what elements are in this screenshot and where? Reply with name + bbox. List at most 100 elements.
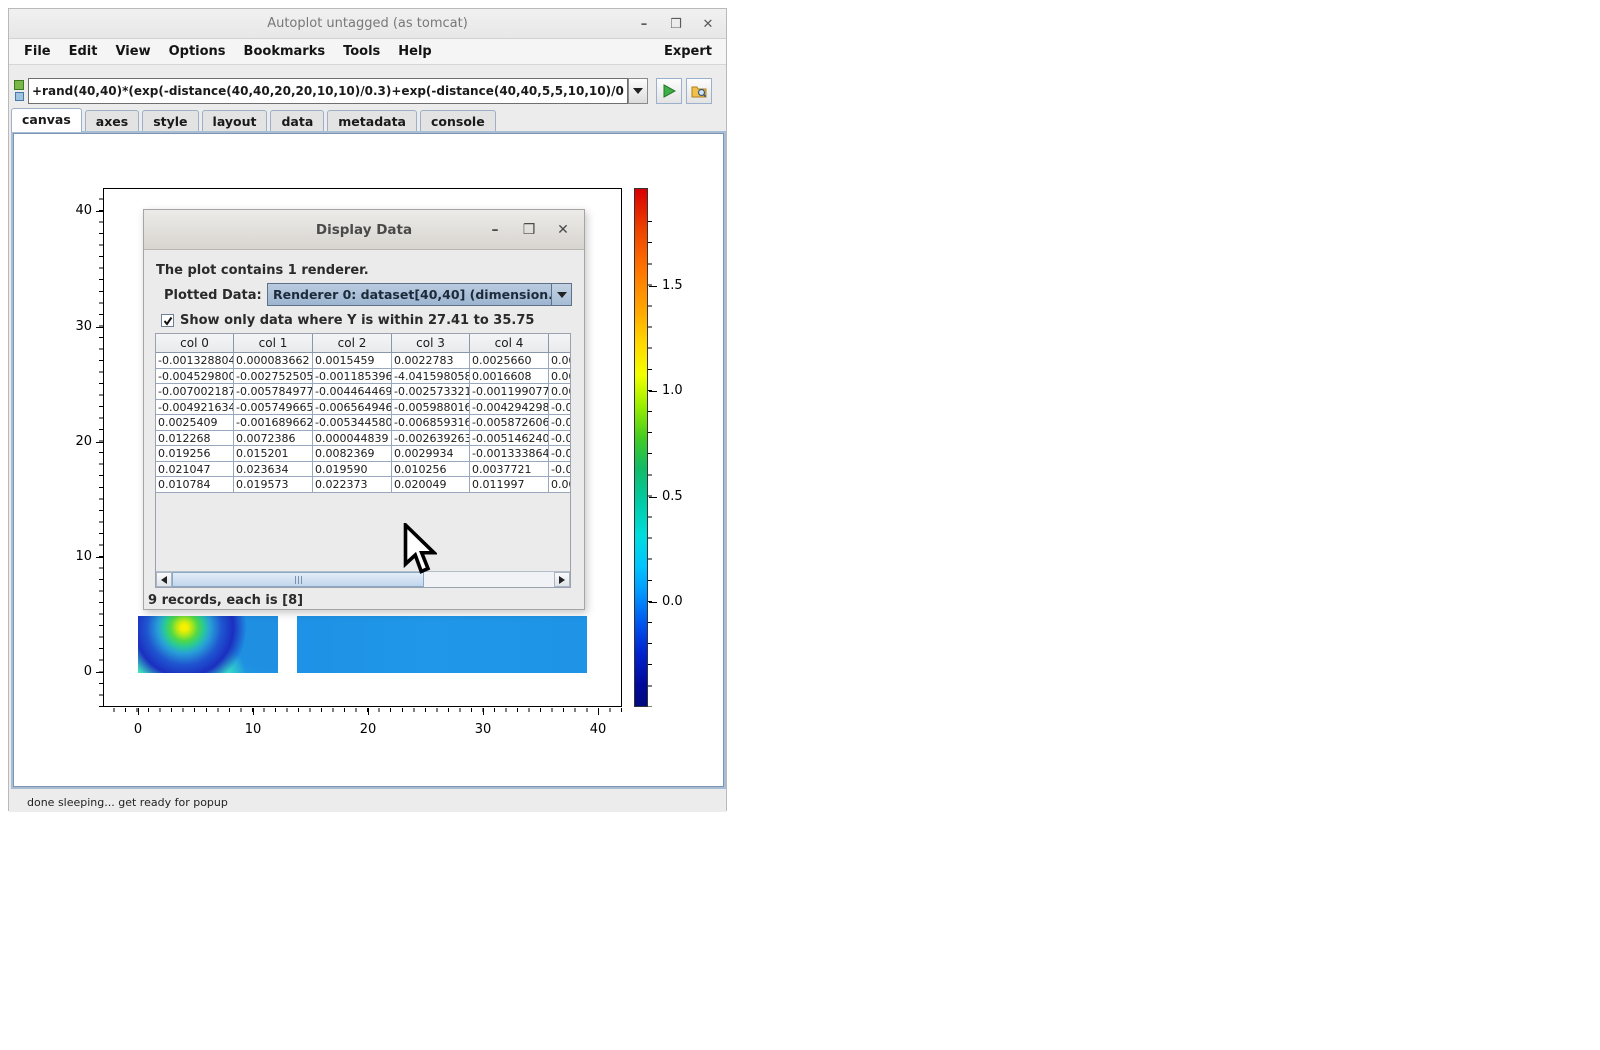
table-cell[interactable]: -0.0 bbox=[549, 400, 570, 416]
window-titlebar[interactable]: Autoplot untagged (as tomcat) – ❒ ✕ bbox=[9, 9, 726, 39]
table-row[interactable]: -0.004529800...-0.002752505...-0.0011853… bbox=[156, 369, 570, 385]
table-cell[interactable]: 0.0025409 bbox=[156, 415, 234, 431]
menu-item-edit[interactable]: Edit bbox=[60, 44, 107, 59]
table-cell[interactable]: 0.019590 bbox=[313, 462, 392, 478]
table-cell[interactable]: -0.0 bbox=[549, 415, 570, 431]
plotted-data-combobox[interactable]: Renderer 0: dataset[40,40] (dimension... bbox=[267, 283, 572, 306]
minimize-button[interactable]: – bbox=[636, 17, 652, 32]
maximize-button[interactable]: ❒ bbox=[668, 17, 684, 32]
scroll-left-button[interactable] bbox=[156, 572, 172, 587]
table-cell[interactable]: 0.0022783 bbox=[392, 353, 470, 369]
table-cell[interactable]: 0.0016608 bbox=[470, 369, 549, 385]
dialog-minimize-button[interactable]: – bbox=[488, 222, 502, 238]
table-cell[interactable]: -0.004921634... bbox=[156, 400, 234, 416]
table-cell[interactable]: 0.0072386 bbox=[234, 431, 313, 447]
table-row[interactable]: -0.007002187...-0.005784977...-0.0044644… bbox=[156, 384, 570, 400]
close-button[interactable]: ✕ bbox=[700, 17, 716, 32]
table-cell[interactable]: 0.015201 bbox=[234, 446, 313, 462]
table-cell[interactable]: 0.019256 bbox=[156, 446, 234, 462]
table-cell[interactable]: 0.011997 bbox=[470, 477, 549, 493]
table-header-cell[interactable]: col 2 bbox=[313, 334, 392, 353]
table-cell[interactable]: 0.010256 bbox=[392, 462, 470, 478]
table-cell[interactable]: 0.0082369 bbox=[313, 446, 392, 462]
table-cell[interactable]: -0.005146240... bbox=[470, 431, 549, 447]
table-cell[interactable]: -0.002639263... bbox=[392, 431, 470, 447]
uri-dropdown-button[interactable] bbox=[628, 78, 648, 104]
menu-item-help[interactable]: Help bbox=[389, 44, 440, 59]
table-row[interactable]: 0.0192560.0152010.00823690.0029934-0.001… bbox=[156, 446, 570, 462]
table-header-cell[interactable]: col 4 bbox=[470, 334, 549, 353]
table-cell[interactable]: -0.004294298... bbox=[470, 400, 549, 416]
menu-item-view[interactable]: View bbox=[106, 44, 159, 59]
table-header-cell[interactable]: col 1 bbox=[234, 334, 313, 353]
table-header-cell[interactable]: col 3 bbox=[392, 334, 470, 353]
tab-metadata[interactable]: metadata bbox=[327, 110, 417, 132]
expert-label[interactable]: Expert bbox=[664, 44, 720, 59]
table-cell[interactable]: -0.005784977... bbox=[234, 384, 313, 400]
tab-canvas[interactable]: canvas bbox=[11, 108, 82, 132]
table-cell[interactable]: -0.006859316... bbox=[392, 415, 470, 431]
tab-style[interactable]: style bbox=[142, 110, 198, 132]
table-cell[interactable]: -0.007002187... bbox=[156, 384, 234, 400]
table-cell[interactable]: 0.00 bbox=[549, 369, 570, 385]
tab-data[interactable]: data bbox=[270, 110, 324, 132]
menu-item-bookmarks[interactable]: Bookmarks bbox=[235, 44, 335, 59]
table-cell[interactable]: 0.022373 bbox=[313, 477, 392, 493]
table-cell[interactable]: -0.0 bbox=[549, 446, 570, 462]
table-cell[interactable]: -4.041598058... bbox=[392, 369, 470, 385]
table-cell[interactable]: -0.004529800... bbox=[156, 369, 234, 385]
table-cell[interactable]: -0.005988016... bbox=[392, 400, 470, 416]
table-cell[interactable]: -0.001689662... bbox=[234, 415, 313, 431]
table-cell[interactable]: -0.002573321... bbox=[392, 384, 470, 400]
go-button[interactable] bbox=[656, 78, 682, 104]
table-row[interactable]: -0.001328804...0.0000836620.00154590.002… bbox=[156, 353, 570, 369]
table-cell[interactable]: -0.002752505... bbox=[234, 369, 313, 385]
table-cell[interactable]: 0.021047 bbox=[156, 462, 234, 478]
dialog-close-button[interactable]: ✕ bbox=[556, 222, 570, 238]
tab-console[interactable]: console bbox=[420, 110, 496, 132]
menu-item-file[interactable]: File bbox=[15, 44, 60, 59]
menu-item-options[interactable]: Options bbox=[160, 44, 235, 59]
scroll-right-button[interactable] bbox=[554, 572, 570, 587]
table-cell[interactable]: 0.0015459 bbox=[313, 353, 392, 369]
tab-layout[interactable]: layout bbox=[202, 110, 268, 132]
inspect-button[interactable] bbox=[686, 78, 712, 104]
table-header-cell[interactable]: col 0 bbox=[156, 334, 234, 353]
table-cell[interactable]: -0.005872606... bbox=[470, 415, 549, 431]
tab-axes[interactable]: axes bbox=[85, 110, 139, 132]
datasource-indicator[interactable] bbox=[14, 80, 26, 106]
table-cell[interactable]: 0.0025660 bbox=[470, 353, 549, 369]
horizontal-scrollbar[interactable] bbox=[156, 571, 570, 587]
table-cell[interactable]: 0.000083662 bbox=[234, 353, 313, 369]
table-cell[interactable]: 0.020049 bbox=[392, 477, 470, 493]
table-cell[interactable]: 0.00 bbox=[549, 477, 570, 493]
menu-item-tools[interactable]: Tools bbox=[334, 44, 389, 59]
table-cell[interactable]: -0.001199077... bbox=[470, 384, 549, 400]
table-cell[interactable]: 0.023634 bbox=[234, 462, 313, 478]
scrollbar-thumb[interactable] bbox=[172, 572, 424, 587]
uri-input[interactable] bbox=[28, 78, 628, 104]
dialog-titlebar[interactable]: Display Data – ❒ ✕ bbox=[144, 210, 584, 250]
table-cell[interactable]: 0.012268 bbox=[156, 431, 234, 447]
table-row[interactable]: 0.0025409-0.001689662...-0.005344580...-… bbox=[156, 415, 570, 431]
table-cell[interactable]: 0.010784 bbox=[156, 477, 234, 493]
table-cell[interactable]: -0.004464469... bbox=[313, 384, 392, 400]
table-cell[interactable]: 0.019573 bbox=[234, 477, 313, 493]
table-row[interactable]: -0.004921634...-0.005749665...-0.0065649… bbox=[156, 400, 570, 416]
table-cell[interactable]: -0.0 bbox=[549, 462, 570, 478]
table-cell[interactable]: -0.001328804... bbox=[156, 353, 234, 369]
table-cell[interactable]: 0.000044839 bbox=[313, 431, 392, 447]
table-cell[interactable]: -0.0 bbox=[549, 431, 570, 447]
table-row[interactable]: 0.0122680.00723860.000044839-0.002639263… bbox=[156, 431, 570, 447]
table-cell[interactable]: 0.0037721 bbox=[470, 462, 549, 478]
y-filter-checkbox[interactable] bbox=[161, 314, 174, 327]
table-cell[interactable]: -0.005749665... bbox=[234, 400, 313, 416]
table-cell[interactable]: 0.00 bbox=[549, 353, 570, 369]
dialog-maximize-button[interactable]: ❒ bbox=[522, 222, 536, 238]
table-cell[interactable]: 0.00 bbox=[549, 384, 570, 400]
table-header-cell[interactable] bbox=[549, 334, 570, 353]
table-row[interactable]: 0.0107840.0195730.0223730.0200490.011997… bbox=[156, 477, 570, 493]
table-cell[interactable]: -0.001333864... bbox=[470, 446, 549, 462]
table-row[interactable]: 0.0210470.0236340.0195900.0102560.003772… bbox=[156, 462, 570, 478]
table-cell[interactable]: -0.006564946... bbox=[313, 400, 392, 416]
